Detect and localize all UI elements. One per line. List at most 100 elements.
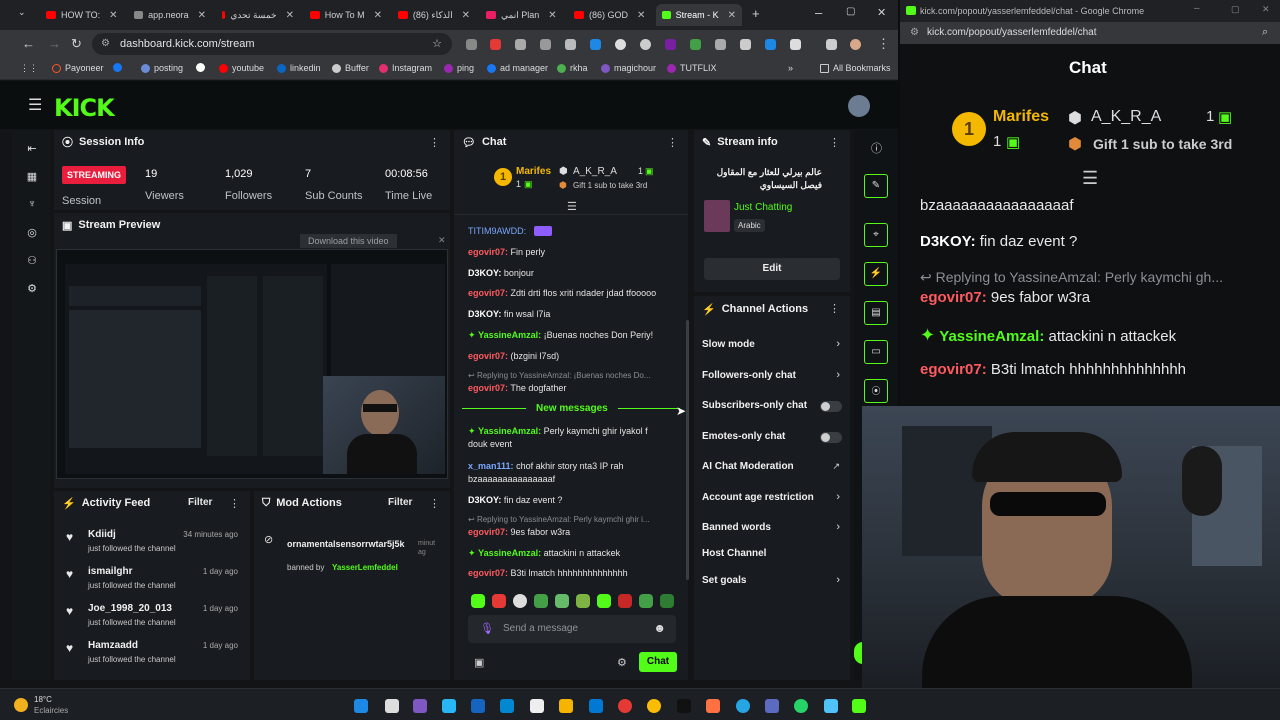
emote-icon[interactable] (639, 594, 653, 608)
folder-icon[interactable] (559, 699, 573, 713)
emote-icon[interactable] (492, 594, 506, 608)
tab-3[interactable]: خمسة تحدي ✕ (216, 4, 300, 26)
close-icon[interactable]: ✕ (728, 10, 736, 21)
more-icon[interactable]: ⋮ (667, 136, 678, 149)
emote-icon[interactable] (555, 594, 569, 608)
extension-icon[interactable] (665, 39, 676, 50)
window-close-button[interactable]: ✕ (1262, 4, 1270, 15)
forward-icon[interactable]: → (48, 36, 61, 51)
more-icon[interactable]: ⋮ (429, 497, 440, 510)
bookmark-instagram[interactable]: Instagram (379, 63, 432, 73)
bookmark-rkha[interactable]: rkha (557, 63, 588, 73)
preview-video[interactable] (56, 249, 448, 479)
banned-words-item[interactable]: Banned words (702, 522, 771, 533)
close-icon[interactable]: ✕ (548, 10, 556, 21)
extension-icon[interactable] (490, 39, 501, 50)
chat-icon[interactable]: ▭ (864, 340, 888, 364)
extension-icon[interactable] (765, 39, 776, 50)
opera-icon[interactable] (618, 699, 632, 713)
extension-icon[interactable] (640, 39, 651, 50)
more-bookmarks-icon[interactable]: » (788, 63, 793, 73)
activity-filter-button[interactable]: Filter (188, 497, 212, 508)
app-icon[interactable] (471, 699, 485, 713)
users-icon[interactable]: ⚇ (26, 254, 38, 267)
followers-only-item[interactable]: Followers-only chat (702, 370, 796, 381)
chat-input[interactable]: 🎙︎ Send a message ☻ (468, 615, 676, 643)
expand-icon[interactable]: ☰ (567, 200, 577, 213)
close-icon[interactable]: ✕ (198, 10, 206, 21)
extension-icon[interactable] (615, 39, 626, 50)
emote-icon[interactable] (534, 594, 548, 608)
chat-send-button[interactable]: Chat (639, 652, 677, 672)
bookmark-magichour[interactable]: magichour (601, 63, 656, 73)
bookmark-posting[interactable]: posting (141, 63, 183, 73)
settings-icon[interactable]: ⚙ (617, 656, 627, 669)
extension-icon[interactable] (715, 39, 726, 50)
new-tab-button[interactable]: + (752, 6, 760, 21)
subscribers-only-toggle[interactable] (820, 401, 842, 412)
weather-icon[interactable] (14, 698, 28, 712)
category-link[interactable]: Just Chatting (734, 202, 792, 213)
app-icon[interactable] (824, 699, 838, 713)
outlook-icon[interactable] (589, 699, 603, 713)
extension-icon[interactable] (515, 39, 526, 50)
extension-icon[interactable] (826, 39, 837, 50)
external-link-icon[interactable]: ↗ (832, 461, 840, 472)
chevron-right-icon[interactable]: › (836, 521, 840, 533)
expand-icon[interactable]: ☰ (1082, 168, 1098, 189)
bookmark-payoneer[interactable]: Payoneer (52, 63, 104, 73)
capture-icon[interactable]: ⌖ (864, 223, 888, 247)
site-info-icon[interactable]: ⚙ (910, 27, 919, 38)
chrome-icon[interactable] (647, 699, 661, 713)
kick-icon[interactable] (852, 699, 866, 713)
tab-4[interactable]: How To M ✕ (304, 4, 388, 26)
search-icon[interactable]: ⌕ (1262, 26, 1268, 39)
extension-icon[interactable] (590, 39, 601, 50)
maximize-button[interactable]: ▢ (846, 6, 855, 17)
more-icon[interactable]: ⋮ (829, 302, 840, 315)
chevron-right-icon[interactable]: › (836, 369, 840, 381)
bookmark-ad-manager[interactable]: ad manager (487, 63, 548, 73)
broadcast-icon[interactable]: ⦿ (864, 379, 888, 403)
site-info-icon[interactable]: ⚙ (101, 33, 110, 55)
camera-icon[interactable]: ◎ (26, 226, 38, 239)
chevron-right-icon[interactable]: › (836, 491, 840, 503)
new-messages-label[interactable]: New messages (526, 403, 618, 414)
hamburger-icon[interactable]: ☰ (28, 95, 42, 115)
extension-icon[interactable] (690, 39, 701, 50)
extension-icon[interactable] (540, 39, 551, 50)
all-bookmarks[interactable]: All Bookmarks (820, 63, 891, 73)
extension-icon[interactable] (740, 39, 751, 50)
bookmark-buffer[interactable]: Buffer (332, 63, 369, 73)
set-goals-item[interactable]: Set goals (702, 575, 746, 586)
close-icon[interactable]: ✕ (374, 10, 382, 21)
bookmark-linkedin[interactable]: linkedin (277, 63, 321, 73)
bookmark-star-icon[interactable]: ☆ (432, 33, 442, 55)
close-icon[interactable]: ✕ (637, 10, 645, 21)
account-age-item[interactable]: Account age restriction (702, 492, 814, 503)
copilot-icon[interactable] (413, 699, 427, 713)
tab-7[interactable]: (86) GOD ✕ (568, 4, 652, 26)
emote-icon[interactable] (471, 594, 485, 608)
extensions-puzzle-icon[interactable] (790, 39, 801, 50)
trophy-icon[interactable]: ♆ (26, 198, 38, 210)
tab-search-icon[interactable]: ⌄ (18, 7, 26, 18)
whatsapp-icon[interactable] (794, 699, 808, 713)
ai-moderation-item[interactable]: AI Chat Moderation (702, 461, 794, 472)
more-icon[interactable]: ⋮ (229, 497, 240, 510)
bookmark-tutflix[interactable]: TUTFLIX (667, 63, 717, 73)
bookmark-facebook[interactable] (113, 63, 122, 72)
emote-icon[interactable] (513, 594, 527, 608)
bookmark-ping[interactable]: ping (444, 63, 474, 73)
leader-2[interactable]: A_K_R_A (1091, 108, 1161, 126)
start-icon[interactable] (354, 699, 368, 713)
minimize-button[interactable]: – (1194, 3, 1200, 14)
menu-icon[interactable]: ⋮ (877, 36, 890, 52)
document-icon[interactable]: ▤ (864, 301, 888, 325)
bookmark-youtube[interactable]: youtube (219, 63, 264, 73)
tiktok-icon[interactable] (677, 699, 691, 713)
telegram-icon[interactable] (736, 699, 750, 713)
emote-icon[interactable] (597, 594, 611, 608)
bookmark-google[interactable] (196, 63, 205, 72)
tab-stream-active[interactable]: Stream - K ✕ (656, 4, 742, 26)
